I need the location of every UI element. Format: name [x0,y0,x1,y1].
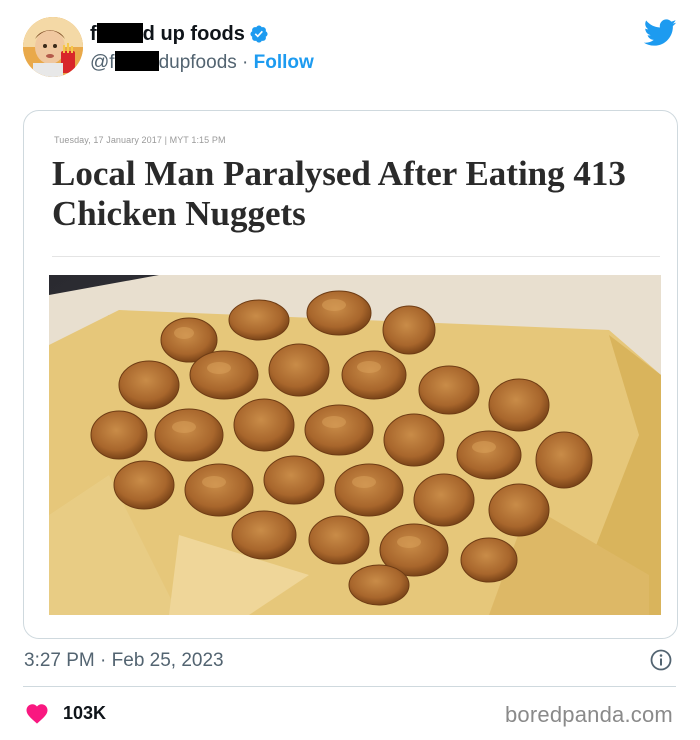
like-count[interactable]: 103K [63,703,106,723]
follow-button[interactable]: Follow [254,52,314,73]
article-dateline: Tuesday, 17 January 2017 | MYT 1:15 PM [54,135,226,145]
handle-suffix[interactable]: dupfoods [159,52,237,73]
twitter-bird-icon[interactable] [643,19,677,47]
nuggets-photo [49,275,661,615]
heart-icon[interactable] [25,702,49,724]
divider [52,256,660,257]
handle-prefix[interactable]: @f [90,52,115,73]
news-clipping: Tuesday, 17 January 2017 | MYT 1:15 PM L… [49,121,662,621]
watermark: boredpanda.com [505,702,673,727]
display-name[interactable]: f d up foods [90,22,269,46]
verified-badge-icon [249,24,269,44]
redaction-bar [96,23,143,43]
tweet-card: f d up foods @f dupfoods · Follow Tuesday,… [0,0,700,740]
article-headline: Local Man Paralysed After Eating 413 Chi… [52,154,626,233]
redaction-bar [114,51,159,71]
handle-line: @f dupfoods · Follow [90,51,314,74]
separator-dot: · [242,52,249,73]
display-name-prefix: f [90,23,97,45]
media-frame[interactable]: Tuesday, 17 January 2017 | MYT 1:15 PM L… [23,110,678,639]
display-name-suffix: d up foods [142,23,245,45]
post-timestamp[interactable]: 3:27 PM · Feb 25, 2023 [24,650,224,672]
avatar[interactable] [23,17,83,77]
info-icon[interactable] [650,649,672,671]
divider [23,686,676,687]
